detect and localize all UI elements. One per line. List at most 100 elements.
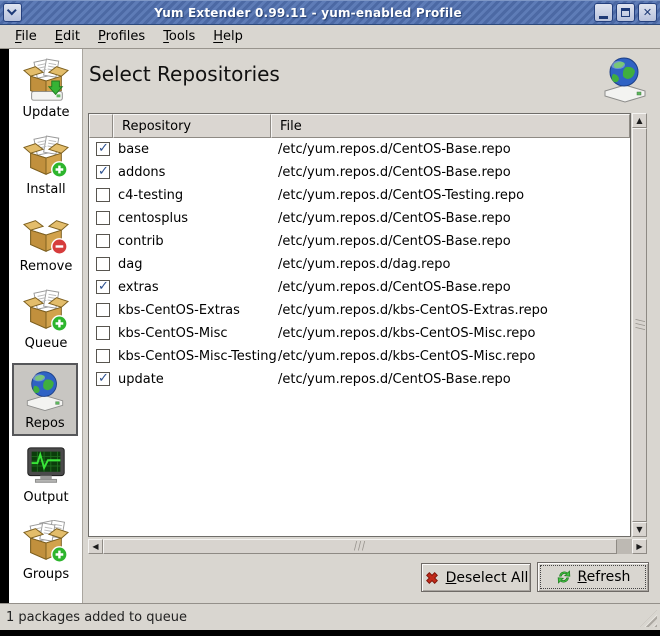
repo-checkbox-unchecked[interactable]	[96, 211, 110, 225]
repo-row[interactable]: kbs-CentOS-Extras/etc/yum.repos.d/kbs-Ce…	[89, 299, 630, 322]
globe-disk-icon	[599, 55, 651, 107]
green-refresh-icon	[556, 569, 572, 585]
chevron-down-icon	[7, 5, 17, 15]
sidebar-label: Install	[26, 182, 65, 197]
repo-checkbox-unchecked[interactable]	[96, 257, 110, 271]
sidebar-item-output[interactable]: Output	[9, 443, 83, 505]
menu-item-file[interactable]: File	[6, 27, 46, 46]
repo-row[interactable]: contrib/etc/yum.repos.d/CentOS-Base.repo	[89, 230, 630, 253]
sidebar-label: Remove	[20, 259, 73, 274]
repo-checkbox-unchecked[interactable]	[96, 349, 110, 363]
refresh-label: Refresh	[578, 569, 631, 585]
repo-file: /etc/yum.repos.d/kbs-CentOS-Extras.repo	[278, 303, 548, 318]
menu-item-edit[interactable]: Edit	[46, 27, 89, 46]
menu-item-profiles[interactable]: Profiles	[89, 27, 154, 46]
sidebar: Update Install Remove Queue	[9, 49, 83, 603]
vertical-scrollbar-thumb[interactable]: ///	[632, 128, 647, 522]
box-empty-minus-icon	[23, 212, 69, 258]
grip-icon: ///	[354, 540, 366, 553]
deselect-all-label: Deselect All	[446, 570, 529, 586]
horizontal-scrollbar-thumb[interactable]: ///	[103, 539, 617, 554]
repo-row[interactable]: extras/etc/yum.repos.d/CentOS-Base.repo	[89, 276, 630, 299]
repo-name: contrib	[118, 234, 164, 249]
repo-file: /etc/yum.repos.d/CentOS-Base.repo	[278, 142, 511, 157]
repo-name: extras	[118, 280, 159, 295]
sidebar-label: Output	[23, 490, 68, 505]
box-papers-plus-icon	[23, 289, 69, 335]
repo-file: /etc/yum.repos.d/dag.repo	[278, 257, 450, 272]
sidebar-item-repos[interactable]: Repos	[12, 363, 78, 436]
menu-item-help[interactable]: Help	[204, 27, 252, 46]
window-frame-left	[0, 49, 9, 603]
repo-name: kbs-CentOS-Extras	[118, 303, 240, 318]
repo-name: centosplus	[118, 211, 188, 226]
column-header-checkbox[interactable]	[89, 114, 113, 138]
scroll-up-button[interactable]: ▲	[632, 113, 647, 128]
table-header: Repository File	[89, 114, 630, 138]
deselect-all-button[interactable]: Deselect All	[421, 563, 531, 592]
repo-row[interactable]: c4-testing/etc/yum.repos.d/CentOS-Testin…	[89, 184, 630, 207]
maximize-icon	[621, 8, 630, 17]
repo-file: /etc/yum.repos.d/CentOS-Base.repo	[278, 211, 511, 226]
repo-checkbox-checked[interactable]	[96, 372, 110, 386]
repo-checkbox-checked[interactable]	[96, 280, 110, 294]
vertical-scrollbar[interactable]: ▲ /// ▼	[632, 113, 647, 537]
sidebar-item-groups[interactable]: Groups	[9, 520, 83, 582]
statusbar: 1 packages added to queue	[0, 603, 660, 630]
sidebar-item-remove[interactable]: Remove	[9, 212, 83, 274]
box-papers-download-icon	[23, 58, 69, 104]
horizontal-scrollbar[interactable]: ◀ /// ▶	[88, 539, 647, 554]
repo-file: /etc/yum.repos.d/CentOS-Base.repo	[278, 280, 511, 295]
titlebar[interactable]: Yum Extender 0.99.11 - yum-enabled Profi…	[0, 0, 660, 25]
repo-file: /etc/yum.repos.d/CentOS-Base.repo	[278, 234, 511, 249]
repo-row[interactable]: update/etc/yum.repos.d/CentOS-Base.repo	[89, 368, 630, 391]
repo-row[interactable]: addons/etc/yum.repos.d/CentOS-Base.repo	[89, 161, 630, 184]
repo-checkbox-checked[interactable]	[96, 165, 110, 179]
arrow-right-icon: ▶	[636, 542, 642, 551]
repo-checkbox-unchecked[interactable]	[96, 303, 110, 317]
sidebar-label: Update	[22, 105, 69, 120]
page-title: Select Repositories	[89, 62, 280, 86]
grip-icon: ///	[633, 319, 646, 331]
repo-checkbox-unchecked[interactable]	[96, 234, 110, 248]
column-header-repository[interactable]: Repository	[113, 114, 271, 138]
repo-name: kbs-CentOS-Misc	[118, 326, 228, 341]
repo-checkbox-unchecked[interactable]	[96, 188, 110, 202]
red-x-icon	[424, 570, 440, 586]
resize-grip-icon[interactable]	[640, 610, 657, 627]
repo-checkbox-checked[interactable]	[96, 142, 110, 156]
repo-checkbox-unchecked[interactable]	[96, 326, 110, 340]
scroll-right-button[interactable]: ▶	[632, 539, 647, 554]
sidebar-item-queue[interactable]: Queue	[9, 289, 83, 351]
scroll-down-button[interactable]: ▼	[632, 522, 647, 537]
repo-name: dag	[118, 257, 142, 272]
refresh-button[interactable]: Refresh	[537, 562, 649, 592]
window-title: Yum Extender 0.99.11 - yum-enabled Profi…	[22, 6, 594, 20]
scroll-left-button[interactable]: ◀	[88, 539, 103, 554]
repo-file: /etc/yum.repos.d/CentOS-Base.repo	[278, 165, 511, 180]
window-menu-button[interactable]	[3, 3, 22, 22]
repo-row[interactable]: kbs-CentOS-Misc-Testing/etc/yum.repos.d/…	[89, 345, 630, 368]
minimize-button[interactable]	[594, 3, 613, 22]
arrow-left-icon: ◀	[92, 542, 98, 551]
sidebar-item-install[interactable]: Install	[9, 135, 83, 197]
menu-item-tools[interactable]: Tools	[154, 27, 204, 46]
repo-file: /etc/yum.repos.d/kbs-CentOS-Misc.repo	[278, 349, 536, 364]
sidebar-item-update[interactable]: Update	[9, 58, 83, 120]
repo-row[interactable]: centosplus/etc/yum.repos.d/CentOS-Base.r…	[89, 207, 630, 230]
status-text: 1 packages added to queue	[6, 610, 187, 625]
close-icon: ✕	[643, 7, 652, 18]
repo-name: c4-testing	[118, 188, 183, 203]
box-papers-plus-icon	[23, 520, 69, 566]
arrow-up-icon: ▲	[636, 116, 642, 125]
repo-row[interactable]: kbs-CentOS-Misc/etc/yum.repos.d/kbs-Cent…	[89, 322, 630, 345]
repo-row[interactable]: base/etc/yum.repos.d/CentOS-Base.repo	[89, 138, 630, 161]
repo-row[interactable]: dag/etc/yum.repos.d/dag.repo	[89, 253, 630, 276]
maximize-button[interactable]	[616, 3, 635, 22]
column-header-file[interactable]: File	[271, 114, 630, 138]
window-frame-bottom	[0, 630, 660, 636]
close-button[interactable]: ✕	[638, 3, 657, 22]
repo-name: addons	[118, 165, 165, 180]
repo-name: update	[118, 372, 164, 387]
globe-disk-icon	[22, 369, 68, 415]
